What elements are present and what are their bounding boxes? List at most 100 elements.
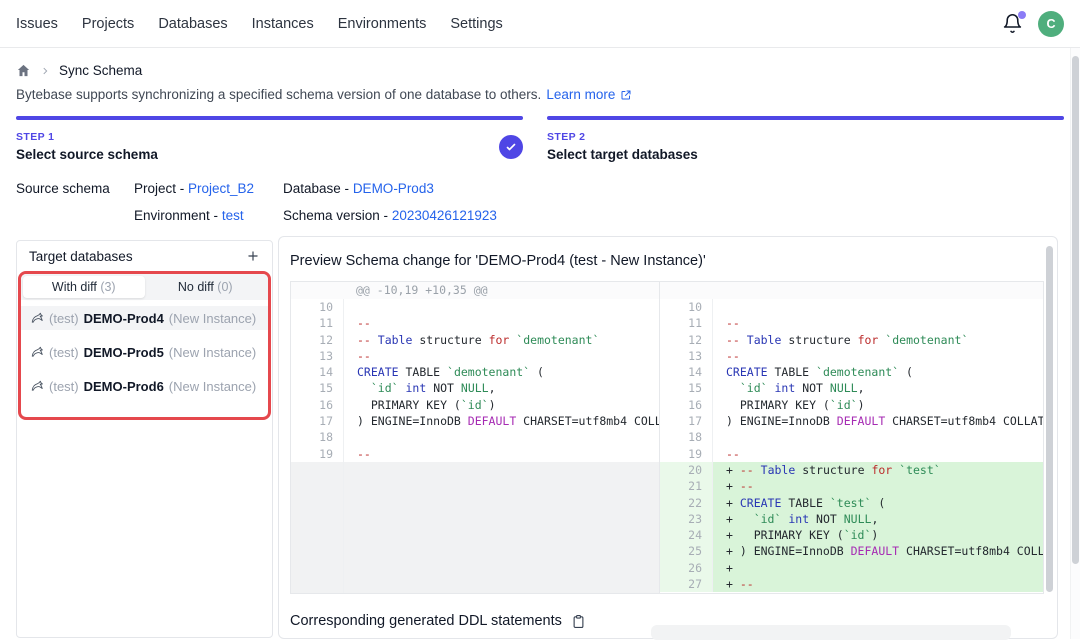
target-panel-header: Target databases xyxy=(17,241,272,271)
nav-items: Issues Projects Databases Instances Environm… xyxy=(16,16,503,32)
source-schema-version: Schema version - 20230426121923 xyxy=(283,208,497,223)
tab-no-diff[interactable]: No diff (0) xyxy=(145,276,267,298)
diff-filter-tabs: With diff (3) No diff (0) xyxy=(21,274,268,300)
diff-line: 26+ xyxy=(660,560,1043,576)
diff-line: 18 xyxy=(291,429,659,445)
diff-line: 12-- Table structure for `demotenant` xyxy=(660,332,1043,348)
source-schema-label: Source schema xyxy=(16,181,110,196)
diff-line: 19-- xyxy=(291,446,659,462)
code-text: + CREATE TABLE `test` ( xyxy=(713,495,1043,511)
step-1-label: Select source schema xyxy=(16,147,158,162)
nav-item-environments[interactable]: Environments xyxy=(338,16,427,32)
diff-line: 22+ CREATE TABLE `test` ( xyxy=(660,495,1043,511)
code-text: ) ENGINE=InnoDB DEFAULT CHARSET=utf8mb4 … xyxy=(344,413,659,429)
nav-right: C xyxy=(1002,11,1064,37)
target-databases-panel: Target databases With diff (3) No diff (… xyxy=(16,240,273,638)
code-text: `id` int NOT NULL, xyxy=(713,380,1043,396)
tab-no-diff-label: No diff xyxy=(178,280,214,294)
add-target-database-button[interactable] xyxy=(246,249,260,263)
diff-line: 23+ `id` int NOT NULL, xyxy=(660,511,1043,527)
db-name: DEMO-Prod6 xyxy=(84,379,164,394)
target-db-item[interactable]: (test)DEMO-Prod5(New Instance) xyxy=(21,340,268,364)
line-number: 17 xyxy=(660,413,713,429)
schema-version-label: Schema version - xyxy=(283,208,388,223)
diff-line: 14CREATE TABLE `demotenant` ( xyxy=(291,364,659,380)
code-text: -- xyxy=(344,348,659,364)
diff-vertical-scrollbar[interactable] xyxy=(1046,246,1053,592)
database-link[interactable]: DEMO-Prod3 xyxy=(353,181,434,196)
avatar[interactable]: C xyxy=(1038,11,1064,37)
code-text xyxy=(713,429,1043,445)
nav-item-projects[interactable]: Projects xyxy=(82,16,134,32)
line-number: 14 xyxy=(660,364,713,380)
target-database-list: (test)DEMO-Prod4(New Instance)(test)DEMO… xyxy=(21,300,268,398)
line-number: 23 xyxy=(660,511,713,527)
db-suffix: (New Instance) xyxy=(169,379,256,394)
intro-line: Bytebase supports synchronizing a specif… xyxy=(16,87,632,102)
diff-line: 24+ PRIMARY KEY (`id`) xyxy=(660,527,1043,543)
nav-item-databases[interactable]: Databases xyxy=(158,16,227,32)
copy-icon[interactable] xyxy=(571,614,586,629)
nav-item-instances[interactable]: Instances xyxy=(252,16,314,32)
mysql-icon xyxy=(31,346,44,359)
environment-link[interactable]: test xyxy=(222,208,244,223)
diff-line: 25+ ) ENGINE=InnoDB DEFAULT CHARSET=utf8… xyxy=(660,543,1043,559)
line-number: 18 xyxy=(291,429,344,445)
notification-bell-icon[interactable] xyxy=(1002,13,1024,35)
line-number: 21 xyxy=(660,478,713,494)
tab-with-diff-label: With diff xyxy=(52,280,97,294)
code-text: + -- xyxy=(713,576,1043,592)
nav-item-settings[interactable]: Settings xyxy=(450,16,502,32)
home-icon[interactable] xyxy=(16,63,31,78)
source-database: Database - DEMO-Prod3 xyxy=(283,181,434,196)
database-label: Database - xyxy=(283,181,349,196)
step2-progress-bar xyxy=(547,116,1064,120)
code-text: -- Table structure for `demotenant` xyxy=(713,332,1043,348)
code-text: PRIMARY KEY (`id`) xyxy=(713,397,1043,413)
diff-line: 27+ -- xyxy=(660,576,1043,592)
target-db-item[interactable]: (test)DEMO-Prod4(New Instance) xyxy=(21,306,268,330)
line-number: 18 xyxy=(660,429,713,445)
learn-more-link[interactable]: Learn more xyxy=(546,87,615,102)
line-number: 26 xyxy=(660,560,713,576)
diff-line: 15 `id` int NOT NULL, xyxy=(291,380,659,396)
preview-title: Preview Schema change for 'DEMO-Prod4 (t… xyxy=(290,253,706,269)
diff-line: 15 `id` int NOT NULL, xyxy=(660,380,1043,396)
source-environment: Environment - test xyxy=(134,208,244,223)
diff-line: 14CREATE TABLE `demotenant` ( xyxy=(660,364,1043,380)
code-text: + ) ENGINE=InnoDB DEFAULT CHARSET=utf8mb… xyxy=(713,543,1043,559)
breadcrumb-page-title: Sync Schema xyxy=(59,63,142,78)
diff-line: 18 xyxy=(660,429,1043,445)
step-2-number: STEP 2 xyxy=(547,131,698,143)
source-project: Project - Project_B2 xyxy=(134,181,254,196)
step-1: STEP 1 Select source schema xyxy=(16,131,523,162)
diff-line: 10 xyxy=(291,299,659,315)
code-text: -- xyxy=(344,315,659,331)
environment-label: Environment - xyxy=(134,208,218,223)
step-complete-check-icon xyxy=(499,135,523,159)
line-number: 19 xyxy=(660,446,713,462)
diff-line: 11-- xyxy=(660,315,1043,331)
db-environment: (test) xyxy=(49,345,79,360)
code-text: + -- Table structure for `test` xyxy=(713,462,1043,478)
diff-line: 12-- Table structure for `demotenant` xyxy=(291,332,659,348)
diff-line: 17) ENGINE=InnoDB DEFAULT CHARSET=utf8mb… xyxy=(291,413,659,429)
top-navigation: Issues Projects Databases Instances Environm… xyxy=(0,0,1080,48)
page-scrollbar-thumb[interactable] xyxy=(1072,56,1079,564)
schema-version-link[interactable]: 20230426121923 xyxy=(392,208,497,223)
notification-dot xyxy=(1018,11,1026,19)
code-text: PRIMARY KEY (`id`) xyxy=(344,397,659,413)
code-text: + xyxy=(713,560,1043,576)
ddl-statements-block-edge xyxy=(651,625,1011,640)
diff-line: 19-- xyxy=(660,446,1043,462)
diff-line: 11-- xyxy=(291,315,659,331)
tab-with-diff[interactable]: With diff (3) xyxy=(23,276,145,298)
nav-item-issues[interactable]: Issues xyxy=(16,16,58,32)
diff-line: 20+ -- Table structure for `test` xyxy=(660,462,1043,478)
code-text: -- xyxy=(713,446,1043,462)
db-name: DEMO-Prod4 xyxy=(84,311,164,326)
code-text: -- xyxy=(344,446,659,462)
target-db-item[interactable]: (test)DEMO-Prod6(New Instance) xyxy=(21,374,268,398)
project-link[interactable]: Project_B2 xyxy=(188,181,254,196)
diff-pane-source: @@ -10,19 +10,35 @@1011--12-- Table stru… xyxy=(291,282,660,593)
